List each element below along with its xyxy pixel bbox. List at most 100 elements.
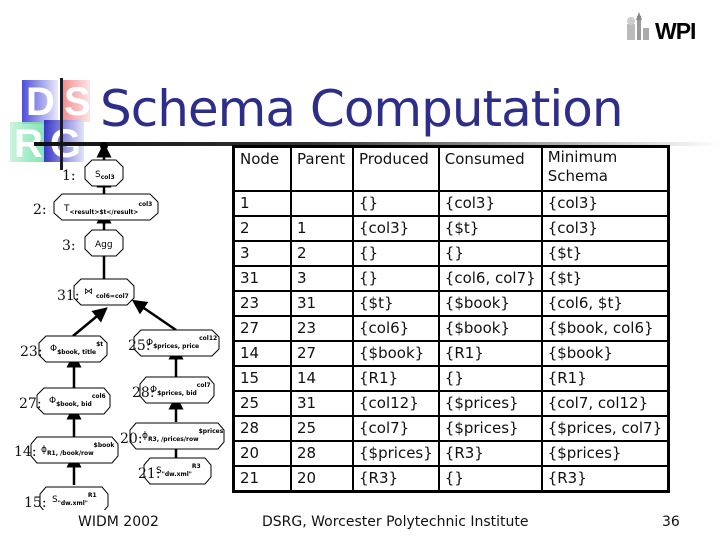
cell-parent: 2 xyxy=(290,240,354,267)
cell-minimum-schema: {$book} xyxy=(540,340,670,367)
node-id-23: 23: xyxy=(20,344,43,360)
cell-consumed: {$book} xyxy=(437,290,543,317)
node-id-27: 27: xyxy=(19,396,42,412)
cell-consumed: {$prices} xyxy=(437,415,543,442)
cell-consumed: {$prices} xyxy=(437,390,543,417)
edge-23-31 xyxy=(72,307,108,337)
cell-minimum-schema: {$t} xyxy=(540,265,670,292)
table-row: 31 3{} {col6, col7} {$t} xyxy=(232,265,670,292)
cell-node: 3 xyxy=(232,240,292,267)
op-25: Φ xyxy=(146,338,153,348)
cell-node: 1 xyxy=(232,190,292,217)
header-produced: Produced xyxy=(352,145,440,192)
cell-node: 21 xyxy=(232,465,292,493)
cell-produced: {col12} xyxy=(352,390,440,417)
cell-produced: {$prices} xyxy=(352,440,440,467)
operator-tree: 1: 2: 3: 31: 23: 25: 27: 28: 14: 20: 15:… xyxy=(14,142,225,510)
cell-minimum-schema: {$prices} xyxy=(540,440,670,467)
cell-minimum-schema: {col3} xyxy=(540,215,670,242)
page-number: 36 xyxy=(662,514,680,530)
sub-1: col3 xyxy=(101,174,115,181)
sub-27: $book, bid xyxy=(56,401,92,408)
cell-consumed: {} xyxy=(437,465,543,493)
cell-parent: 3 xyxy=(290,265,354,292)
node-id-1: 1: xyxy=(62,168,76,184)
cell-node: 28 xyxy=(232,415,292,442)
header-node: Node xyxy=(232,145,292,192)
cell-minimum-schema: {$book, col6} xyxy=(540,315,670,342)
sub-20: R3, /prices/row xyxy=(148,436,199,443)
cell-produced: {col7} xyxy=(352,415,440,442)
cell-produced: {$book} xyxy=(352,340,440,367)
cell-node: 27 xyxy=(232,315,292,342)
op-27: Φ xyxy=(49,396,56,406)
sup-21: R3 xyxy=(192,463,201,470)
cell-minimum-schema: {R3} xyxy=(540,465,670,493)
table-row: 20 28 {$prices} {R3} {$prices} xyxy=(232,440,670,467)
cell-parent: 28 xyxy=(290,440,354,467)
cell-produced: {R3} xyxy=(352,465,440,493)
node-id-3: 3: xyxy=(62,238,76,254)
cell-node: 25 xyxy=(232,390,292,417)
wpi-text: WPI xyxy=(655,18,696,44)
cell-minimum-schema: {col6, $t} xyxy=(540,290,670,317)
table-row: 1{} {col3} {col3} xyxy=(232,190,670,217)
sub-25: $prices, price xyxy=(153,343,199,350)
node-id-2: 2: xyxy=(33,202,47,218)
op-23: Φ xyxy=(50,344,57,354)
cell-parent: 1 xyxy=(290,215,354,242)
sup-27: col6 xyxy=(92,393,106,400)
cell-node: 31 xyxy=(232,265,292,292)
cell-minimum-schema: {col7, col12} xyxy=(540,390,670,417)
slide-title: Schema Computation xyxy=(100,80,624,138)
logo-letter-d: D xyxy=(26,80,55,124)
node-id-31: 31: xyxy=(57,288,80,304)
node-1[interactable] xyxy=(84,159,124,187)
cell-parent: 31 xyxy=(290,290,354,317)
cell-consumed: {col3} xyxy=(437,190,543,217)
table-row: 25 31 {col12} {$prices} {col7, col12} xyxy=(232,390,670,417)
cell-node: 20 xyxy=(232,440,292,467)
cell-produced: {} xyxy=(352,265,440,292)
schema-table: Node Parent Produced Consumed Minimum Sc… xyxy=(232,145,671,493)
sub-31: col6=col7 xyxy=(96,293,129,300)
cell-minimum-schema: {$t} xyxy=(540,240,670,267)
output-dot-icon xyxy=(100,142,108,150)
footer-affiliation: DSRG, Worcester Polytechnic Institute xyxy=(262,514,529,530)
op-28: Φ xyxy=(150,385,157,395)
header-consumed: Consumed xyxy=(437,145,543,192)
node-id-14: 14: xyxy=(14,444,37,460)
sup-28: col7 xyxy=(197,382,211,389)
sup-14: $book xyxy=(94,442,116,449)
wpi-logo: WPI xyxy=(625,12,705,46)
sub-15: "dw.xml" xyxy=(58,500,88,507)
cell-consumed: {col6, col7} xyxy=(437,265,543,292)
cell-node: 14 xyxy=(232,340,292,367)
cell-parent: 23 xyxy=(290,315,354,342)
cell-produced: {$t} xyxy=(352,290,440,317)
table-row: 27 23 {col6} {$book} {$book, col6} xyxy=(232,315,670,342)
op-3: Agg xyxy=(95,240,113,250)
cell-produced: {col3} xyxy=(352,215,440,242)
op-31: ⋈ xyxy=(84,287,93,297)
wpi-building-icon xyxy=(627,12,649,40)
cell-parent xyxy=(290,190,354,217)
sup-15: R1 xyxy=(88,492,97,499)
table-row: 28 25 {col7} {$prices} {$prices, col7} xyxy=(232,415,670,442)
cell-consumed: {R1} xyxy=(437,340,543,367)
sub-28: $prices, bid xyxy=(157,390,197,397)
cell-parent: 31 xyxy=(290,390,354,417)
node-31[interactable] xyxy=(73,278,135,306)
logo-letter-s: S xyxy=(64,80,91,124)
table-row: 14 27 {$book} {R1} {$book} xyxy=(232,340,670,367)
table-row: 15 14 {R1}{} {R1} xyxy=(232,365,670,392)
cell-consumed: {} xyxy=(437,365,543,392)
sup-2: col3 xyxy=(138,201,152,208)
cell-minimum-schema: {R1} xyxy=(540,365,670,392)
sup-20: $prices xyxy=(199,428,224,435)
cell-consumed: {$t} xyxy=(437,215,543,242)
table-header-row: Node Parent Produced Consumed Minimum Sc… xyxy=(232,145,670,192)
cell-parent: 25 xyxy=(290,415,354,442)
cell-parent: 27 xyxy=(290,340,354,367)
sup-23: $t xyxy=(96,341,103,348)
